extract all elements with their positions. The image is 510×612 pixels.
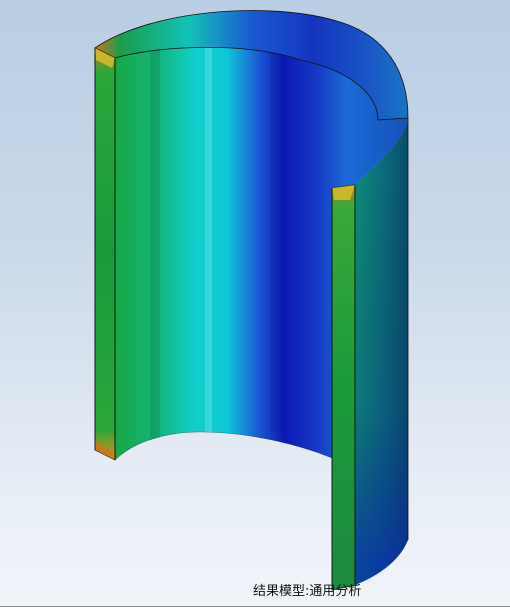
outer-wall-right-shade — [355, 118, 408, 585]
result-model-caption: 结果模型:通用分析 — [253, 584, 362, 599]
graphics-viewport[interactable]: 结果模型:通用分析 — [0, 0, 510, 612]
fea-result-model[interactable] — [0, 0, 510, 611]
cut-face-left — [94, 47, 116, 461]
cut-face-right — [331, 184, 356, 591]
viewport-bottom-border — [0, 606, 510, 612]
